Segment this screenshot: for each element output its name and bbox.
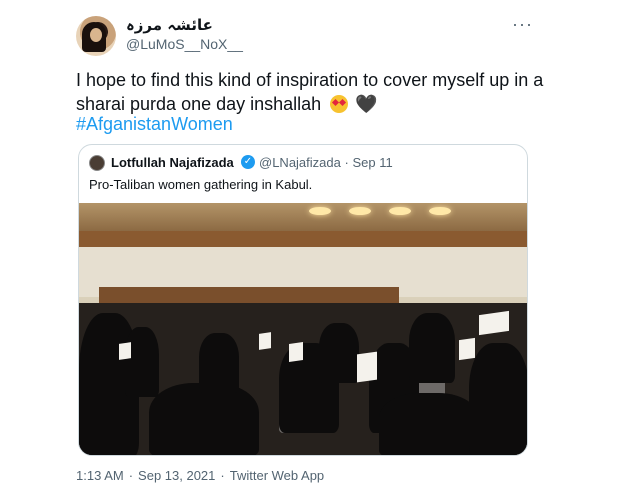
tweet-source: Twitter Web App: [229, 468, 325, 483]
author-display-name[interactable]: عائشہ مرزہ: [126, 16, 213, 34]
quoted-tweet[interactable]: Lotfullah Najafizada ✓ @LNajafizada · Se…: [78, 144, 528, 456]
author-handle[interactable]: @LuMoS__NoX__: [126, 36, 243, 52]
quoted-author-name[interactable]: Lotfullah Najafizada: [111, 155, 234, 170]
white-flag: [479, 310, 509, 336]
quoted-text: Pro-Taliban women gathering in Kabul.: [89, 177, 313, 192]
photo-crowd: [79, 303, 527, 455]
white-flag: [289, 342, 303, 362]
quoted-date[interactable]: Sep 11: [352, 155, 392, 170]
quoted-handle[interactable]: @LNajafizada: [259, 155, 341, 170]
veiled-figure: [469, 343, 527, 455]
tweet-time[interactable]: 1:13 AM: [76, 468, 124, 483]
ceiling-light: [349, 207, 371, 215]
ceiling-light: [309, 207, 331, 215]
avatar-face: [90, 28, 102, 42]
heart-eyes-emoji-icon: [330, 95, 349, 113]
black-heart-emoji-icon: 🖤: [355, 94, 378, 114]
white-flag: [259, 332, 271, 350]
tweet-metadata: 1:13 AM · Sep 13, 2021 · Twitter Web App: [76, 468, 324, 483]
veiled-figure: [379, 393, 479, 455]
tweet-card: عائشہ مرزہ @LuMoS__NoX__ ··· I hope to f…: [0, 0, 640, 498]
tweet-date[interactable]: Sep 13, 2021: [138, 468, 215, 483]
white-flag: [459, 337, 475, 361]
verified-badge-icon: ✓: [241, 155, 255, 169]
white-flag: [119, 342, 131, 360]
meta-separator: ·: [128, 468, 134, 483]
veiled-figure: [199, 333, 239, 393]
white-flag: [357, 351, 377, 383]
tweet-text: I hope to find this kind of inspiration …: [76, 70, 544, 114]
veiled-figure: [125, 327, 159, 397]
hashtag-link[interactable]: #AfganistanWomen: [76, 114, 233, 135]
photo-ceiling: [79, 203, 527, 231]
veiled-figure: [319, 323, 359, 383]
ceiling-light: [389, 207, 411, 215]
veiled-figure: [409, 313, 455, 383]
author-avatar[interactable]: [76, 16, 116, 56]
meta-separator: ·: [220, 468, 225, 483]
tweet-text-block: I hope to find this kind of inspiration …: [76, 68, 546, 116]
quoted-separator: ·: [344, 155, 349, 170]
quoted-handle-date: @LNajafizada · Sep 11: [259, 155, 393, 170]
quoted-photo[interactable]: [79, 203, 527, 455]
more-options-icon[interactable]: ···: [512, 14, 533, 35]
quoted-author-avatar[interactable]: [89, 155, 105, 171]
ceiling-light: [429, 207, 451, 215]
veiled-figure: [149, 383, 259, 455]
photo-wood-band: [79, 231, 527, 247]
